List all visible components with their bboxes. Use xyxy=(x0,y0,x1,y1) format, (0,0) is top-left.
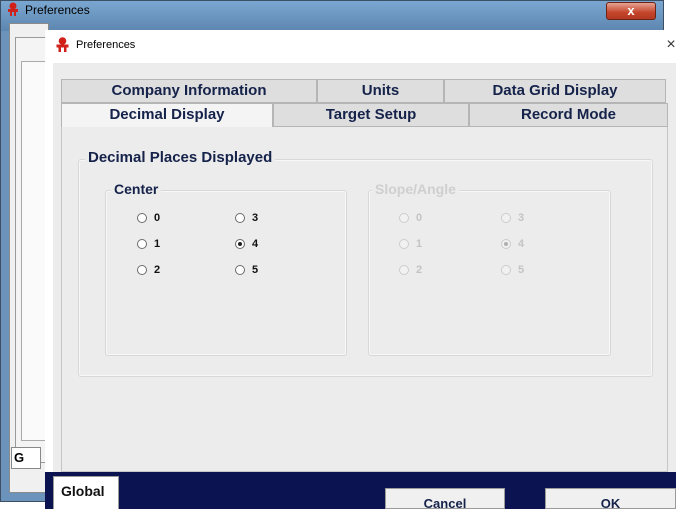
radio-circle-icon xyxy=(501,265,511,275)
preferences-dialog: Preferences × Company Information Units … xyxy=(45,30,676,509)
center-group: Center 0 1 2 3 4 5 xyxy=(105,181,347,356)
ok-button[interactable]: OK xyxy=(545,488,676,509)
center-radio-4[interactable]: 4 xyxy=(235,238,258,250)
center-title: Center xyxy=(111,181,162,197)
global-tab[interactable]: Global xyxy=(53,476,119,509)
radio-circle-icon xyxy=(137,265,147,275)
tab-target-setup[interactable]: Target Setup xyxy=(273,103,469,127)
radio-circle-icon xyxy=(137,213,147,223)
radio-circle-icon xyxy=(235,265,245,275)
tab-company-information[interactable]: Company Information xyxy=(61,79,317,103)
background-close-button[interactable]: x xyxy=(606,2,656,20)
background-tab-fragment[interactable]: G xyxy=(11,447,41,469)
center-radio-3[interactable]: 3 xyxy=(235,212,258,224)
tab-data-grid-display[interactable]: Data Grid Display xyxy=(444,79,666,103)
slope-angle-group: Slope/Angle 0 1 2 3 4 5 xyxy=(368,181,611,356)
radio-circle-icon xyxy=(399,213,409,223)
slope-angle-title: Slope/Angle xyxy=(372,181,459,197)
center-radio-5[interactable]: 5 xyxy=(235,264,258,276)
radio-selected-icon xyxy=(501,239,511,249)
center-radio-1[interactable]: 1 xyxy=(137,238,160,250)
background-panel-inner xyxy=(21,61,47,441)
dialog-title: Preferences xyxy=(76,39,136,51)
slope-radio-5[interactable]: 5 xyxy=(501,264,524,276)
radio-circle-icon xyxy=(399,239,409,249)
app-icon xyxy=(8,2,18,16)
radio-circle-icon xyxy=(137,239,147,249)
slope-radio-1[interactable]: 1 xyxy=(399,238,422,250)
radio-selected-icon xyxy=(235,239,245,249)
radio-circle-icon xyxy=(501,213,511,223)
background-title-bar: Preferences x xyxy=(1,1,663,31)
radio-circle-icon xyxy=(399,265,409,275)
tab-record-mode[interactable]: Record Mode xyxy=(469,103,668,127)
slope-radio-2[interactable]: 2 xyxy=(399,264,422,276)
tab-units[interactable]: Units xyxy=(317,79,444,103)
slope-radio-0[interactable]: 0 xyxy=(399,212,422,224)
center-radio-2[interactable]: 2 xyxy=(137,264,160,276)
slope-radio-3[interactable]: 3 xyxy=(501,212,524,224)
decimal-places-title: Decimal Places Displayed xyxy=(85,149,276,166)
dialog-body: Company Information Units Data Grid Disp… xyxy=(53,63,676,475)
dialog-title-bar: Preferences × xyxy=(45,30,676,62)
radio-circle-icon xyxy=(235,213,245,223)
slope-radio-4[interactable]: 4 xyxy=(501,238,524,250)
decimal-display-page: Decimal Places Displayed Center 0 1 2 3 … xyxy=(61,127,668,472)
cancel-button[interactable]: Cancel xyxy=(385,488,505,509)
decimal-places-group: Decimal Places Displayed Center 0 1 2 3 … xyxy=(78,149,653,377)
center-radio-0[interactable]: 0 xyxy=(137,212,160,224)
tab-decimal-display[interactable]: Decimal Display xyxy=(61,103,273,129)
background-window-title: Preferences xyxy=(25,3,90,17)
app-icon xyxy=(56,37,69,52)
close-icon[interactable]: × xyxy=(664,36,676,54)
